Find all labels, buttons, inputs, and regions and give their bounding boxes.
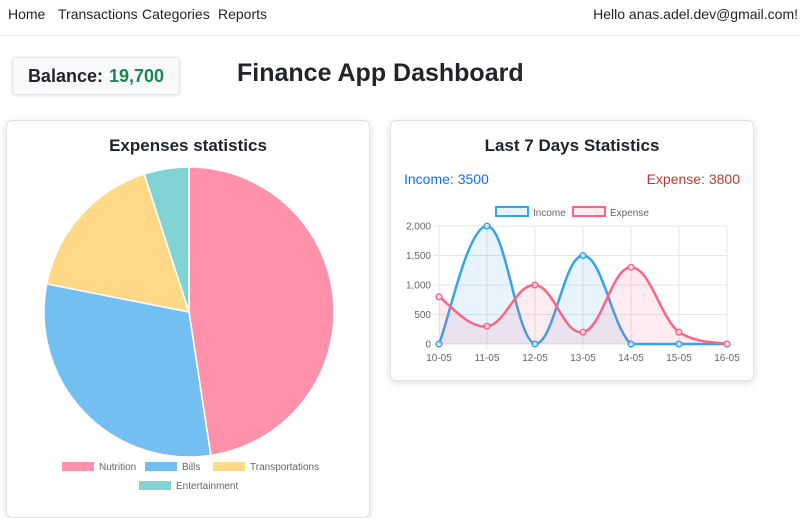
nav-reports-link[interactable]: Reports: [218, 6, 267, 22]
legend-label-nutrition: Nutrition: [99, 462, 136, 473]
y-tick-label: 1,500: [406, 251, 431, 262]
y-tick-label: 500: [414, 310, 431, 321]
week-stats-card: Last 7 Days Statistics Income: 3500 Expe…: [390, 120, 754, 381]
nav-categories-link[interactable]: Categories: [142, 6, 210, 22]
expense-point-14-05: [627, 263, 635, 271]
navbar: Home Transactions Categories Reports Hel…: [0, 0, 800, 36]
x-tick-label: 12-05: [522, 353, 548, 364]
legend-swatch-nutrition: [62, 462, 94, 471]
x-tick-label: 16-05: [714, 353, 740, 364]
user-greeting: Hello anas.adel.dev@gmail.com!: [593, 6, 798, 22]
nav-transactions-link[interactable]: Transactions: [58, 6, 138, 22]
x-tick-label: 10-05: [426, 353, 452, 364]
legend-swatch-transportations: [213, 462, 245, 471]
legend-swatch-expense: [572, 206, 606, 217]
x-tick-label: 15-05: [666, 353, 692, 364]
y-tick-label: 0: [425, 340, 431, 351]
balance-value: 19,700: [108, 65, 165, 86]
x-tick-label: 11-05: [475, 353, 500, 364]
expense-point-11-05: [483, 322, 491, 330]
week-line-chart: 0 500 1,000 1,500 2,000 10-05 11-05 12-05 13-05 1…: [406, 206, 740, 364]
income-point-13-05: [579, 251, 587, 260]
balance-box: Balance: 19,700: [12, 57, 180, 95]
x-tick-label: 13-05: [570, 353, 596, 364]
expenses-card: Expenses statistics Nutrition Bills Transp…: [6, 120, 370, 518]
y-tick-label: 2,000: [406, 222, 431, 233]
balance-label: Balance:: [27, 65, 103, 86]
nav-home-link[interactable]: Home: [8, 6, 45, 22]
expense-point-15-05: [675, 328, 683, 336]
legend-label-income: Income: [533, 208, 566, 219]
pie-slice-nutrition: [188, 166, 335, 457]
expense-point-12-05: [531, 281, 539, 289]
legend-swatch-income: [495, 206, 529, 217]
expenses-pie-chart: Nutrition Bills Transportations Entertainme…: [43, 166, 335, 492]
expense-point-10-05: [435, 293, 443, 301]
legend-label-entertainment: Entertainment: [176, 481, 238, 492]
legend-label-transportations: Transportations: [250, 462, 319, 473]
x-tick-label: 14-05: [618, 353, 644, 364]
page-title: Finance App Dashboard: [237, 59, 524, 87]
y-tick-label: 1,000: [406, 281, 431, 292]
legend-label-bills: Bills: [182, 462, 200, 473]
expense-point-13-05: [579, 328, 587, 336]
legend-swatch-entertainment: [139, 481, 171, 490]
legend-swatch-bills: [145, 462, 177, 471]
legend-label-expense: Expense: [610, 208, 649, 219]
income-point-11-05: [483, 222, 491, 230]
expense-point-16-05: [723, 340, 731, 348]
